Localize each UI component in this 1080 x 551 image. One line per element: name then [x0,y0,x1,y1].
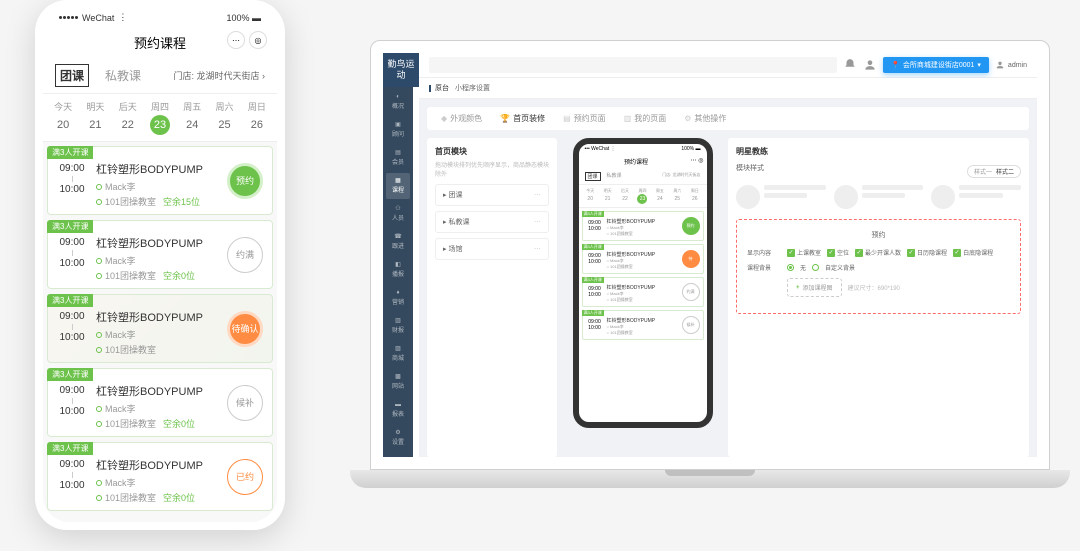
breadcrumb: 原台 小程序设置 [419,78,1037,99]
checkbox[interactable]: ✓ [907,249,915,257]
settings-panel: 明星教练 模块样式 样式一样式二 [728,138,1029,457]
sidebar-item[interactable]: ▥财报 [386,313,410,339]
radio-none[interactable] [787,264,794,271]
content-tabs: ◆外观颜色 🏆首页装修 ▤预约页面 ▥我的页面 ⚙其他操作 [427,107,1029,130]
checkbox[interactable]: ✓ [787,249,795,257]
more-icon[interactable]: ⋯ [227,31,245,49]
user-icon[interactable] [863,58,877,72]
sidebar-item[interactable]: ▦课程 [386,173,410,199]
calendar-day[interactable]: 周六25 [208,100,240,135]
admin-sidebar: ◐概况▣顾问▤会员▦课程⚇人员☎跟进◧播报♦营销▥财报▨商城▩网站▬报表⚙设置 [383,87,413,457]
sidebar-item[interactable]: ⚙设置 [386,425,410,451]
sidebar-item[interactable]: ▬报表 [386,397,410,423]
action-button[interactable]: 已约 [227,459,263,495]
preview-panel: ••• WeChat ⋮100% ▬ 预约课程 ⋯ ◎ 团课 私教课 门店: 龙… [565,138,720,457]
class-card[interactable]: 满3人开课 09:0010:00 杠铃塑形BODYPUMPMack李101团操教… [47,442,273,511]
laptop-mockup: 勤鸟运动 ◐概况▣顾问▤会员▦课程⚇人员☎跟进◧播报♦营销▥财报▨商城▩网站▬报… [370,40,1050,500]
wifi-icon: ⋮ [118,12,127,23]
style-toggle[interactable]: 样式一样式二 [967,165,1021,178]
sidebar-item[interactable]: ♦营销 [386,285,410,311]
sidebar-item[interactable]: ⚇人员 [386,201,410,227]
tab-group-class[interactable]: 团课 [55,64,89,87]
action-button[interactable]: 预约 [227,163,263,199]
class-type-tabs: 团课 私教课 门店: 龙湖时代天街店 › [43,58,277,94]
action-button[interactable]: 待确认 [227,311,263,347]
brand-logo: 勤鸟运动 [383,53,419,87]
target-icon[interactable]: ◎ [249,31,267,49]
checkbox[interactable]: ✓ [827,249,835,257]
location-badge[interactable]: 📍会所商城建设街店0001▾ [883,57,989,73]
content-tab[interactable]: 🏆首页装修 [500,113,545,124]
content-tab[interactable]: ▥我的页面 [624,113,667,124]
phone-status-bar: WeChat⋮ 100% ▬ [43,8,277,27]
action-button[interactable]: 约满 [227,237,263,273]
calendar-day[interactable]: 周五24 [176,100,208,135]
search-input[interactable] [429,57,837,73]
booking-settings: 预约 显示内容 ✓上课教室✓空位✓最少开课人数✓日历隐课程✓白底隐课程 课程背景… [736,219,1021,314]
sidebar-item[interactable]: ▣顾问 [386,117,410,143]
content-tab[interactable]: ⚙其他操作 [684,113,726,124]
sidebar-item[interactable]: ▤会员 [386,145,410,171]
calendar-day[interactable]: 后天22 [112,100,144,135]
content-tab[interactable]: ◆外观颜色 [441,113,482,124]
module-panel: 首页模块 拖动模块排列优先顺序显示，商品静态模块除外 ▸ 团课⋯▸ 私教课⋯▸ … [427,138,557,457]
sidebar-item[interactable]: ◐概况 [386,89,410,115]
class-card[interactable]: 满3人开课 09:0010:00 杠铃塑形BODYPUMPMack李101团操教… [47,220,273,289]
sidebar-item[interactable]: ◧播报 [386,257,410,283]
calendar-day[interactable]: 今天20 [47,100,79,135]
admin-user[interactable]: admin [995,60,1027,70]
module-item[interactable]: ▸ 团课⋯ [435,184,549,206]
checkbox[interactable]: ✓ [953,249,961,257]
checkbox[interactable]: ✓ [855,249,863,257]
calendar-day[interactable]: 周日26 [241,100,273,135]
class-card[interactable]: 满3人开课 09:0010:00 杠铃塑形BODYPUMPMack李101团操教… [47,294,273,363]
sidebar-item[interactable]: ▩网站 [386,369,410,395]
add-image-button[interactable]: +添加课程图 [787,278,842,297]
class-card[interactable]: 满3人开课 09:0010:00 杠铃塑形BODYPUMPMack李101团操教… [47,146,273,215]
location-icon: 📍 [891,61,900,69]
module-item[interactable]: ▸ 场馆⋯ [435,238,549,260]
class-card[interactable]: 满3人开课 09:0010:00 杠铃塑形BODYPUMPMack李101团操教… [47,368,273,437]
action-button[interactable]: 候补 [227,385,263,421]
tab-private-class[interactable]: 私教课 [101,65,145,86]
phone-page-title: 预约课程 ⋯◎ [43,27,277,58]
notification-icon[interactable] [843,58,857,72]
store-selector[interactable]: 门店: 龙湖时代天街店 › [173,69,265,82]
module-item[interactable]: ▸ 私教课⋯ [435,211,549,233]
admin-topbar: 📍会所商城建设街店0001▾ admin [419,53,1037,78]
class-list[interactable]: 满3人开课 09:0010:00 杠铃塑形BODYPUMPMack李101团操教… [43,142,277,522]
chevron-down-icon: ▾ [977,61,981,69]
phone-mockup: WeChat⋮ 100% ▬ 预约课程 ⋯◎ 团课 私教课 门店: 龙湖时代天街… [35,0,285,530]
radio-custom[interactable] [812,264,819,271]
sidebar-item[interactable]: ☎跟进 [386,229,410,255]
date-selector: 今天20明天21后天22周四23周五24周六25周日26 [43,94,277,142]
calendar-day[interactable]: 明天21 [79,100,111,135]
sidebar-item[interactable]: ▨商城 [386,341,410,367]
content-tab[interactable]: ▤预约页面 [563,113,606,124]
calendar-day[interactable]: 周四23 [144,100,176,135]
